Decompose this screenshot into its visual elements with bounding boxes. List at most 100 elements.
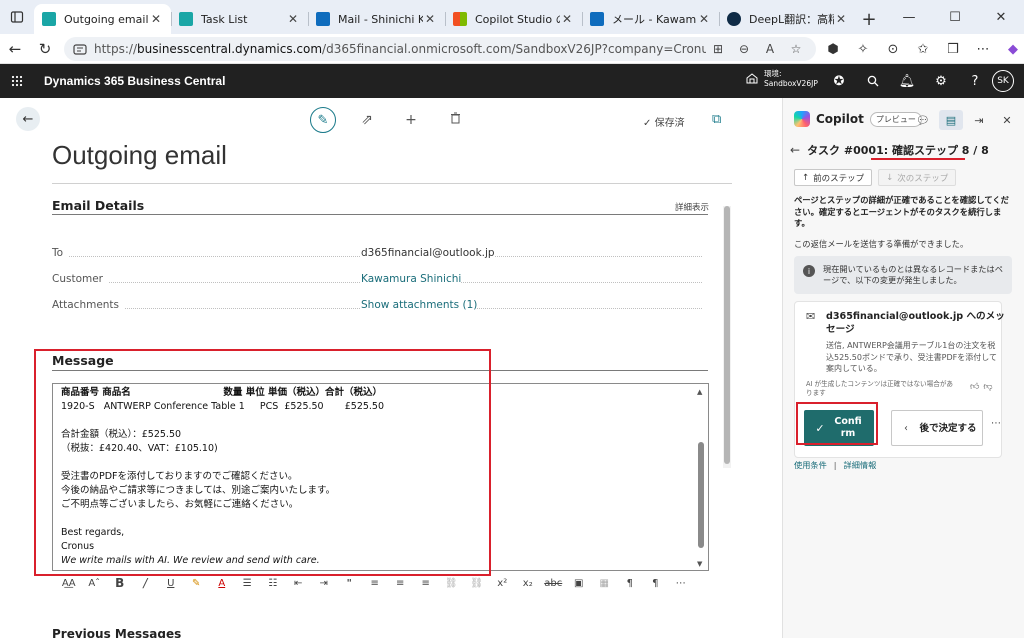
extensions-puzzle-icon[interactable]: ✧ xyxy=(850,36,876,62)
share-icon[interactable]: ⇗ xyxy=(354,112,380,128)
font-color-icon[interactable]: A xyxy=(209,578,235,589)
close-tab-icon[interactable]: ✕ xyxy=(423,12,437,26)
saved-status: ✓ 保存済 xyxy=(643,118,685,129)
close-tab-icon[interactable]: ✕ xyxy=(286,12,300,26)
browser-tab[interactable]: Outgoing email ✕ xyxy=(34,4,171,34)
dock-pane-icon[interactable]: ⇥ xyxy=(967,110,991,130)
to-value[interactable]: d365financial@outlook.jp xyxy=(361,247,495,259)
deepl-favicon-icon xyxy=(727,12,741,26)
strikethrough-icon[interactable]: abc xyxy=(541,578,567,589)
help-icon[interactable]: ? xyxy=(958,64,992,98)
new-tab-button[interactable]: + xyxy=(856,4,882,34)
close-tab-icon[interactable]: ✕ xyxy=(834,12,848,26)
align-right-icon[interactable]: ≡ xyxy=(413,578,439,589)
font-size-decrease-icon[interactable]: A͟A xyxy=(56,578,82,589)
browser-tab[interactable]: Mail - Shinichi Kawamur ✕ xyxy=(308,4,445,34)
insert-link-icon[interactable]: ⛓ xyxy=(439,578,465,589)
rtl-direction-icon[interactable]: ¶ xyxy=(643,578,669,589)
close-window-icon[interactable]: ✕ xyxy=(978,0,1024,34)
browser-tab[interactable]: Copilot Studio のライセンス ✕ xyxy=(445,4,582,34)
bulleted-list-icon[interactable]: ☰ xyxy=(235,578,261,589)
delete-trash-icon[interactable] xyxy=(442,112,468,128)
message-scrollbar[interactable]: ▲ ▼ xyxy=(695,384,708,570)
underline-icon[interactable]: U xyxy=(158,578,184,589)
card-description: 送信, ANTWERP会議用テーブル1台の注文を税込525.50ポンドで承り、受… xyxy=(826,341,998,373)
terms-of-use-link[interactable]: 使用条件 xyxy=(794,459,827,471)
back-button[interactable]: ← xyxy=(16,107,40,131)
show-more-link[interactable]: 詳細表示 xyxy=(675,201,709,213)
copilot-browser-icon[interactable]: ◆ xyxy=(1000,36,1024,62)
more-actions-icon[interactable]: ⋯ xyxy=(991,418,1001,429)
show-attachments-link[interactable]: Show attachments (1) xyxy=(361,299,478,311)
site-info-icon[interactable] xyxy=(72,41,88,57)
app-name[interactable]: Dynamics 365 Business Central xyxy=(44,74,225,88)
back-arrow-icon[interactable]: ← xyxy=(0,35,30,63)
subscript-icon[interactable]: x₂ xyxy=(515,578,541,589)
scroll-up-icon[interactable]: ▲ xyxy=(697,388,702,396)
zoom-icon[interactable]: ⊖ xyxy=(732,42,756,56)
url-field[interactable]: https://businesscentral.dynamics.com/d36… xyxy=(64,37,816,61)
more-formatting-icon[interactable]: ⋯ xyxy=(668,578,694,589)
bold-icon[interactable]: B xyxy=(107,576,133,590)
edit-pencil-icon[interactable]: ✎ xyxy=(310,107,336,133)
increase-indent-icon[interactable]: ⇥ xyxy=(311,578,337,589)
previous-messages-heading[interactable]: Previous Messages xyxy=(52,627,181,638)
browser-tab[interactable]: DeepL翻訳：高精度な翻 ✕ xyxy=(719,4,856,34)
app-launcher-icon[interactable] xyxy=(0,64,34,98)
next-step-button[interactable]: ↓ 次のステップ xyxy=(878,169,957,186)
apps-available-icon[interactable]: ⊞ xyxy=(706,42,730,56)
numbered-list-icon[interactable]: ☷ xyxy=(260,578,286,589)
close-tab-icon[interactable]: ✕ xyxy=(697,12,711,26)
remove-link-icon[interactable]: ⛓ xyxy=(464,578,490,589)
browser-tab[interactable]: メール - Kawamura Shinich ✕ xyxy=(582,4,719,34)
tab-actions-icon[interactable] xyxy=(0,0,34,34)
superscript-icon[interactable]: x² xyxy=(490,578,516,589)
refresh-icon[interactable]: ↻ xyxy=(30,35,60,63)
align-center-icon[interactable]: ≡ xyxy=(388,578,414,589)
ltr-direction-icon[interactable]: ¶ xyxy=(617,578,643,589)
user-avatar[interactable]: SK xyxy=(992,70,1014,92)
more-info-link[interactable]: 詳細情報 xyxy=(844,459,877,471)
outlook-favicon-icon xyxy=(316,12,330,26)
read-aloud-icon[interactable]: A xyxy=(758,42,782,56)
close-tab-icon[interactable]: ✕ xyxy=(149,12,163,26)
email-details-heading[interactable]: Email Details xyxy=(52,198,144,213)
thumbs-down-icon[interactable]: 👎︎ xyxy=(983,382,992,392)
quote-icon[interactable]: " xyxy=(337,578,363,589)
chat-icon[interactable]: 💬︎ xyxy=(911,110,935,130)
insert-image-icon[interactable]: ▣ xyxy=(566,578,592,589)
decrease-indent-icon[interactable]: ⇤ xyxy=(286,578,312,589)
close-tab-icon[interactable]: ✕ xyxy=(560,12,574,26)
environment-indicator[interactable]: 環境: SandboxV26JP xyxy=(746,69,818,89)
italic-icon[interactable]: / xyxy=(133,576,159,590)
customer-link[interactable]: Kawamura Shinichi xyxy=(361,273,462,285)
decide-later-button[interactable]: ‹ 後で決定する xyxy=(891,410,983,446)
minimize-icon[interactable]: — xyxy=(886,0,932,34)
more-options-icon[interactable]: ⋯ xyxy=(970,36,996,62)
align-left-icon[interactable]: ≡ xyxy=(362,578,388,589)
split-screen-icon[interactable]: ⊙ xyxy=(880,36,906,62)
favorites-icon[interactable]: ✩ xyxy=(910,36,936,62)
font-size-increase-icon[interactable]: Aˆ xyxy=(82,578,108,589)
search-icon[interactable] xyxy=(856,64,890,98)
back-arrow-icon[interactable]: ← xyxy=(790,143,800,157)
new-record-plus-icon[interactable]: + xyxy=(398,112,424,128)
maximize-icon[interactable]: ☐ xyxy=(932,0,978,34)
scroll-down-icon[interactable]: ▼ xyxy=(697,560,702,568)
notifications-bell-icon[interactable]: 🔔︎ xyxy=(890,64,924,98)
copilot-header-icon[interactable]: ✪ xyxy=(822,64,856,98)
open-in-new-window-icon[interactable]: ⧉ xyxy=(712,112,721,127)
review-instruction: ページとステップの詳細が正確であることを確認してください。確定するとエージェント… xyxy=(794,195,1009,228)
browser-tab[interactable]: Task List ✕ xyxy=(171,4,308,34)
agent-tasks-icon[interactable]: ▤ xyxy=(939,110,963,130)
previous-step-button[interactable]: ↑ 前のステップ xyxy=(794,169,873,186)
highlight-color-icon[interactable]: ✎ xyxy=(184,578,210,589)
thumbs-up-icon[interactable]: 👍︎ xyxy=(970,382,979,392)
insert-table-icon[interactable]: ▦ xyxy=(592,578,618,589)
favorite-star-icon[interactable]: ☆ xyxy=(784,42,808,56)
close-pane-icon[interactable]: ✕ xyxy=(995,110,1019,130)
extension-icon[interactable]: ⬢ xyxy=(820,36,846,62)
collections-icon[interactable]: ❒ xyxy=(940,36,966,62)
settings-gear-icon[interactable]: ⚙ xyxy=(924,64,958,98)
page-scrollbar[interactable] xyxy=(723,206,731,468)
